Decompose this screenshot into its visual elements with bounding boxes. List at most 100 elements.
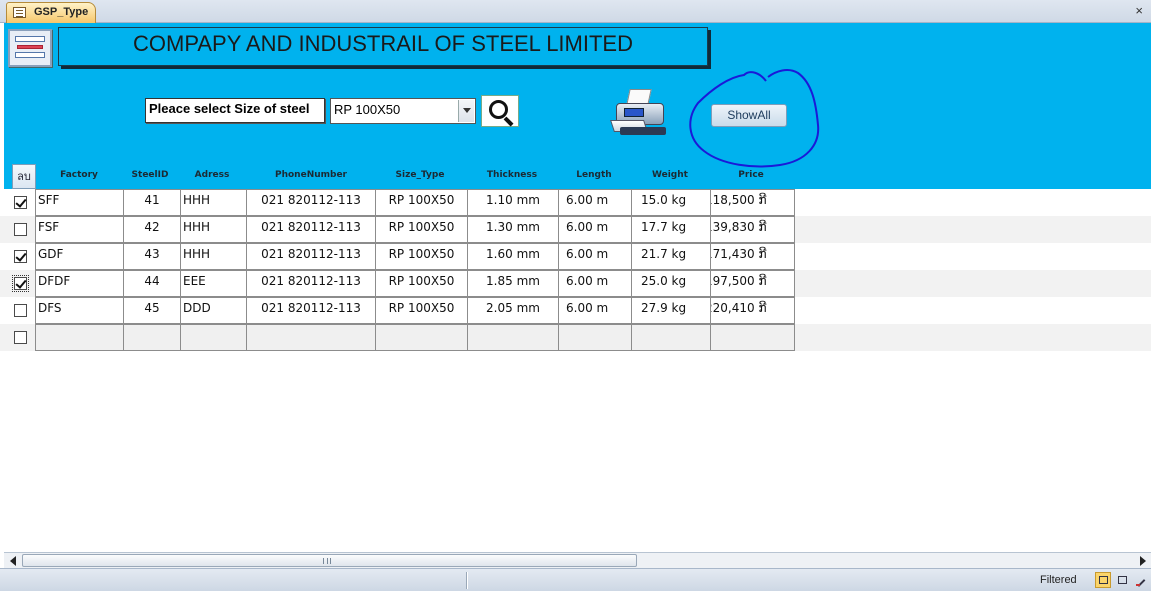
showall-button[interactable]: ShowAll [711,104,787,127]
chevron-down-icon[interactable] [458,100,474,122]
size-select-value: RP 100X50 [334,102,401,117]
cell-size[interactable]: RP 100X50 [376,243,468,270]
cell-weight[interactable]: 27.9 kg [632,297,711,324]
cell-price[interactable]: 171,430 ກີ [711,243,795,270]
cell-phone[interactable]: 021 820112-113 [247,243,376,270]
cell-length[interactable]: 6.00 m [559,243,632,270]
cell-steel-id[interactable] [124,324,181,351]
cell-adress[interactable]: HHH [181,189,247,216]
cell-adress[interactable]: HHH [181,216,247,243]
printer-icon[interactable] [610,87,670,139]
cell-factory[interactable] [35,324,124,351]
cell-steel-id[interactable]: 44 [124,270,181,297]
cell-thickness[interactable]: 1.30 mm [468,216,559,243]
cell-weight[interactable]: 21.7 kg [632,243,711,270]
cell-factory[interactable]: GDF [35,243,124,270]
printer-base [620,127,666,135]
cell-size[interactable] [376,324,468,351]
size-prompt-label: Pleace select Size of steel [145,98,325,123]
cell-price[interactable]: 118,500 ກີ [711,189,795,216]
design-view-icon [1136,576,1145,586]
cell-steel-id[interactable]: 41 [124,189,181,216]
table-row[interactable]: SFF 41 HHH 021 820112-113 RP 100X50 1.10… [0,189,1151,216]
cell-phone[interactable]: 021 820112-113 [247,216,376,243]
cell-factory[interactable]: DFDF [35,270,124,297]
column-header: Size_Type [395,170,445,180]
scroll-right-icon[interactable] [1135,554,1149,567]
cell-size[interactable]: RP 100X50 [376,270,468,297]
status-separator [466,572,468,589]
cell-weight[interactable] [632,324,711,351]
cell-steel-id[interactable]: 45 [124,297,181,324]
column-header: Adress [194,170,230,180]
document-tab-strip: GSP_Type × [0,0,1151,23]
cell-size[interactable]: RP 100X50 [376,189,468,216]
cell-phone[interactable]: 021 820112-113 [247,297,376,324]
row-checkbox[interactable] [12,275,29,292]
cell-thickness[interactable]: 1.85 mm [468,270,559,297]
cell-weight[interactable]: 15.0 kg [632,189,711,216]
horizontal-scrollbar[interactable] [4,552,1151,568]
close-icon[interactable]: × [1135,3,1143,18]
scroll-left-icon[interactable] [7,554,21,567]
cell-thickness[interactable] [468,324,559,351]
cell-price[interactable]: 197,500 ກີ [711,270,795,297]
cell-steel-id[interactable]: 43 [124,243,181,270]
cell-length[interactable]: 6.00 m [559,297,632,324]
table-row[interactable]: DFDF 44 EEE 021 820112-113 RP 100X50 1.8… [0,270,1151,297]
datasheet-view-icon [1118,576,1127,584]
cell-adress[interactable]: HHH [181,243,247,270]
cell-thickness[interactable]: 2.05 mm [468,297,559,324]
cell-price[interactable]: 139,830 ກີ [711,216,795,243]
cell-length[interactable]: 6.00 m [559,216,632,243]
cell-adress[interactable]: DDD [181,297,247,324]
delete-button[interactable]: ลบ [12,164,36,189]
search-button[interactable] [481,95,519,127]
row-checkbox[interactable] [14,196,27,209]
filtered-status[interactable]: Filtered [1040,574,1077,586]
cell-weight[interactable]: 17.7 kg [632,216,711,243]
cell-factory[interactable]: DFS [35,297,124,324]
cell-phone[interactable] [247,324,376,351]
row-checkbox[interactable] [14,304,27,317]
row-checkbox[interactable] [14,331,27,344]
row-checkbox[interactable] [14,250,27,263]
column-header: Thickness [486,170,538,180]
design-view-button[interactable] [1132,572,1148,588]
new-record-row[interactable] [0,324,1151,351]
table-row[interactable]: GDF 43 HHH 021 820112-113 RP 100X50 1.60… [0,243,1151,270]
row-checkbox[interactable] [14,223,27,236]
cell-weight[interactable]: 25.0 kg [632,270,711,297]
cell-length[interactable]: 6.00 m [559,189,632,216]
cell-adress[interactable]: EEE [181,270,247,297]
cell-thickness[interactable]: 1.10 mm [468,189,559,216]
column-header: SteelID [131,170,169,180]
datasheet-view-button[interactable] [1114,572,1130,588]
cell-thickness[interactable]: 1.60 mm [468,243,559,270]
scrollbar-thumb[interactable] [22,554,637,567]
cell-steel-id[interactable]: 42 [124,216,181,243]
cell-adress[interactable] [181,324,247,351]
column-header: Length [576,170,612,180]
printer-panel [624,108,644,117]
cell-price[interactable]: 220,410 ກີ [711,297,795,324]
cell-size[interactable]: RP 100X50 [376,297,468,324]
size-select[interactable]: RP 100X50 [330,98,476,124]
form-view-button[interactable] [1095,572,1111,588]
table-row[interactable]: FSF 42 HHH 021 820112-113 RP 100X50 1.30… [0,216,1151,243]
cell-factory[interactable]: SFF [35,189,124,216]
cell-length[interactable] [559,324,632,351]
form-icon-bar [15,52,45,58]
cell-factory[interactable]: FSF [35,216,124,243]
cell-phone[interactable]: 021 820112-113 [247,270,376,297]
column-header: PhoneNumber [275,170,347,180]
cell-price[interactable] [711,324,795,351]
table-row[interactable]: DFS 45 DDD 021 820112-113 RP 100X50 2.05… [0,297,1151,324]
form-icon [8,29,52,67]
tab-gsp-type[interactable]: GSP_Type [6,2,96,23]
cell-size[interactable]: RP 100X50 [376,216,468,243]
form-header: COMPAPY AND INDUSTRAIL OF STEEL LIMITED … [4,23,1151,189]
cell-length[interactable]: 6.00 m [559,270,632,297]
cell-phone[interactable]: 021 820112-113 [247,189,376,216]
search-icon-handle [503,116,514,127]
